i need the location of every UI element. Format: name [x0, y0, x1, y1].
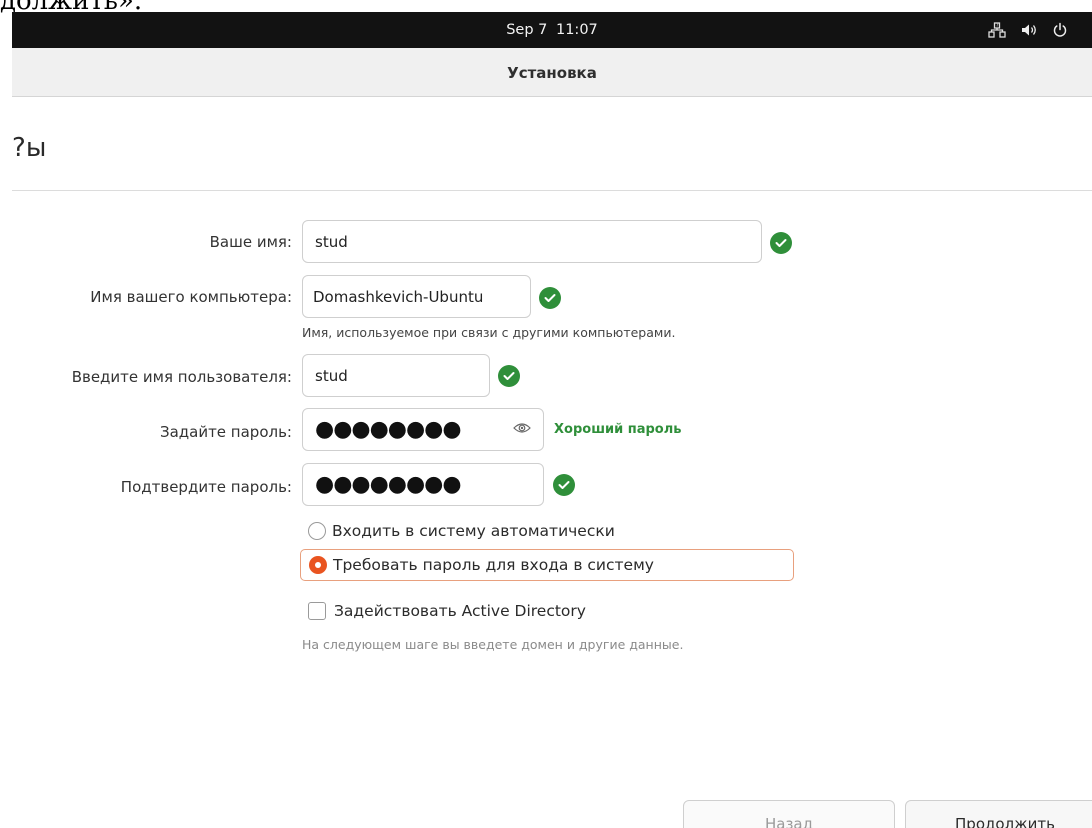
username-label: Введите имя пользователя: — [71, 368, 292, 386]
installer-screen: должить». Sep 7 11:07 ? Установка ы? Ваш… — [0, 0, 1092, 828]
back-button[interactable]: Назад — [683, 800, 895, 828]
network-icon[interactable]: ? — [988, 22, 1006, 38]
confirm-password-valid-check-icon — [553, 474, 575, 496]
active-directory-label: Задействовать Active Directory — [334, 602, 586, 620]
confirm-password-label: Подтвердите пароль: — [120, 478, 292, 496]
name-valid-check-icon — [770, 232, 792, 254]
active-directory-option[interactable]: Задействовать Active Directory — [308, 598, 586, 624]
computer-name-input[interactable]: Domashkevich-Ubuntu — [302, 275, 531, 318]
clock-time: 11:07 — [555, 22, 598, 38]
confirm-password-input[interactable]: ●●●●●●●● — [302, 463, 544, 506]
name-value: stud — [315, 232, 348, 251]
password-value: ●●●●●●●● — [315, 416, 462, 442]
volume-icon[interactable] — [1020, 22, 1038, 38]
username-valid-check-icon — [498, 365, 520, 387]
require-password-label: Требовать пароль для входа в систему — [333, 556, 654, 574]
name-label: Ваше имя: — [209, 233, 292, 251]
continue-button[interactable]: Продолжить — [905, 800, 1092, 828]
auto-login-radio-option[interactable]: Входить в систему автоматически — [300, 515, 615, 547]
heading-separator — [12, 190, 1092, 191]
page-heading: ы? — [12, 133, 47, 163]
active-directory-hint: На следующем шаге вы введете домен и дру… — [302, 637, 684, 652]
system-tray[interactable]: ? — [988, 12, 1068, 48]
top-bar: Sep 7 11:07 ? — [12, 12, 1092, 48]
clock-date: Sep 7 — [506, 22, 548, 38]
password-label: Задайте пароль: — [159, 423, 292, 441]
password-strength-label: Хороший пароль — [554, 422, 682, 437]
computer-name-label: Имя вашего компьютера: — [90, 288, 292, 306]
require-password-radio[interactable] — [309, 556, 327, 574]
window-title: Установка — [507, 64, 597, 82]
computer-name-hint: Имя, используемое при связи с другими ко… — [302, 325, 676, 340]
window-header-bar: Установка — [12, 48, 1092, 97]
active-directory-checkbox[interactable] — [308, 602, 326, 620]
clock[interactable]: Sep 7 11:07 — [12, 12, 1092, 48]
auto-login-radio[interactable] — [308, 522, 326, 540]
require-password-radio-option[interactable]: Требовать пароль для входа в систему — [300, 549, 794, 581]
svg-text:?: ? — [996, 23, 999, 29]
power-icon[interactable] — [1052, 22, 1068, 38]
show-password-eye-icon[interactable] — [513, 421, 531, 439]
username-value: stud — [315, 366, 348, 385]
username-input[interactable]: stud — [302, 354, 490, 397]
password-input[interactable]: ●●●●●●●● — [302, 408, 544, 451]
name-input[interactable]: stud — [302, 220, 762, 263]
computer-name-value: Domashkevich-Ubuntu — [313, 287, 484, 306]
computer-name-valid-check-icon — [539, 287, 561, 309]
auto-login-label: Входить в систему автоматически — [332, 522, 615, 540]
confirm-password-value: ●●●●●●●● — [315, 471, 462, 497]
